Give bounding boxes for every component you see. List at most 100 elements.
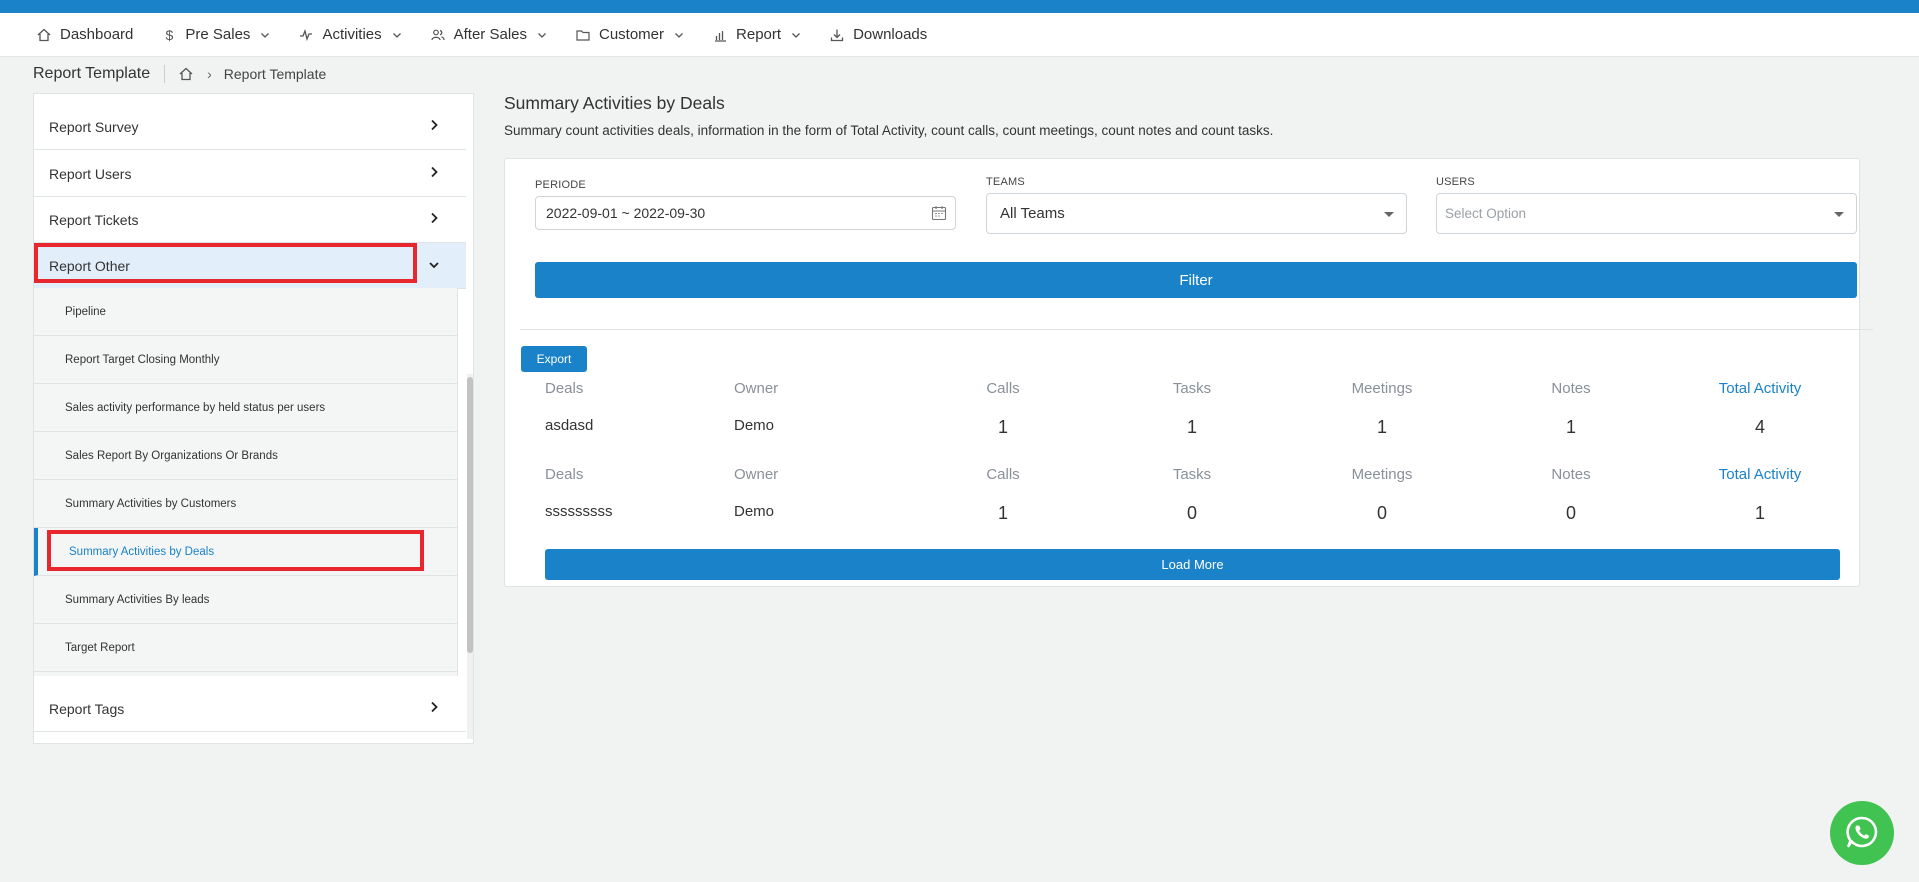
nav-report[interactable]: Report [712,26,801,43]
home-icon [36,27,52,43]
caret-down-icon [1384,212,1394,217]
sidebar-item-label: Report Survey [49,118,139,135]
row2-meetings: 0 [1376,503,1388,523]
users-select[interactable]: Select Option [1436,193,1857,234]
nav-report-label: Report [736,26,782,43]
submenu-item-label: Pipeline [65,305,106,318]
caret-down-icon [1834,212,1844,217]
row2-calls: 1 [997,503,1009,523]
col-header-calls: Calls [986,380,1020,397]
chevron-down-icon [428,258,440,272]
nav-pre-sales-label: Pre Sales [185,26,251,43]
submenu-item-label: Sales activity performance by held statu… [65,401,326,414]
submenu-item-summary-customers[interactable]: Summary Activities by Customers [34,480,458,528]
whatsapp-chat-button[interactable] [1830,801,1894,865]
teams-select[interactable]: All Teams [986,193,1407,234]
chevron-down-icon [260,30,270,40]
chevron-down-icon [791,30,801,40]
panel-divider [520,329,1873,330]
submenu-item-pipeline[interactable]: Pipeline [34,288,458,336]
sidebar-item-label: Report Tags [49,700,125,717]
export-button[interactable]: Export [521,346,587,372]
nav-downloads[interactable]: Downloads [829,26,927,43]
chevron-right-icon [428,211,440,225]
col-header-owner: Owner [734,466,779,483]
activity-icon [298,27,314,43]
row1-owner: Demo [734,417,775,434]
col-header-notes: Notes [1551,466,1591,483]
submenu-item-label: Sales Report By Organizations Or Brands [65,449,278,462]
periode-label: PERIODE [535,179,586,191]
sidebar-item-label: Report Other [49,257,130,274]
content-title: Summary Activities by Deals [504,93,725,113]
nav-customer-label: Customer [599,26,665,43]
breadcrumb-separator: › [207,66,212,82]
col-header-total-activity[interactable]: Total Activity [1719,380,1802,397]
sidebar-scrollbar-thumb[interactable] [467,377,473,653]
sidebar-item-report-survey[interactable]: Report Survey [34,104,466,150]
nav-customer[interactable]: Customer [575,26,684,43]
nav-activities-label: Activities [322,26,382,43]
nav-downloads-label: Downloads [853,26,928,43]
sidebar-item-report-tickets[interactable]: Report Tickets [34,197,466,243]
calendar-icon [931,205,947,221]
col-header-total-activity[interactable]: Total Activity [1719,466,1802,483]
row1-calls: 1 [997,417,1009,437]
submenu-item-summary-leads[interactable]: Summary Activities By leads [34,576,458,624]
submenu-item-sales-activity-performance[interactable]: Sales activity performance by held statu… [34,384,458,432]
submenu-item-label: Target Report [65,641,135,654]
col-header-deals: Deals [545,466,584,483]
report-other-submenu: Pipeline Report Target Closing Monthly S… [34,288,458,676]
col-header-owner: Owner [734,380,779,397]
sidebar-item-label: Report Users [49,165,132,182]
home-icon[interactable] [179,66,195,82]
whatsapp-icon [1843,813,1881,854]
submenu-item-target-closing-monthly[interactable]: Report Target Closing Monthly [34,336,458,384]
bar-chart-icon [712,27,728,43]
row2-total: 1 [1754,503,1766,523]
nav-dashboard[interactable]: Dashboard [36,26,133,43]
sidebar-item-label: Report Tickets [49,211,139,228]
row2-deal[interactable]: sssssssss [545,503,613,520]
chevron-down-icon [537,30,547,40]
sidebar-item-report-tags[interactable]: Report Tags [34,686,466,732]
top-accent-bar [0,0,1919,13]
submenu-item-label: Report Target Closing Monthly [65,353,220,366]
row1-notes: 1 [1565,417,1577,437]
main-navbar: Dashboard $ Pre Sales Activities After S… [0,13,1919,57]
row1-deal[interactable]: asdasd [545,417,593,434]
dollar-icon: $ [165,26,174,43]
submenu-item-sales-report-organizations[interactable]: Sales Report By Organizations Or Brands [34,432,458,480]
content-description: Summary count activities deals, informat… [504,123,1274,138]
sidebar-item-report-users[interactable]: Report Users [34,151,466,197]
chevron-right-icon [428,118,440,132]
report-sidebar: Report Survey Report Users Report Ticket… [33,93,474,744]
users-label: USERS [1436,176,1475,188]
teams-label: TEAMS [986,176,1025,188]
download-icon [829,27,845,43]
sidebar-item-report-other[interactable]: Report Other [34,243,466,289]
nav-after-sales-label: After Sales [453,26,527,43]
chevron-right-icon [428,165,440,179]
row2-tasks: 0 [1186,503,1198,523]
breadcrumb: Report Template › Report Template [33,64,326,84]
users-icon [430,27,446,43]
load-more-button[interactable]: Load More [545,549,1840,580]
nav-after-sales[interactable]: After Sales [430,26,547,43]
submenu-item-label: Summary Activities By leads [65,593,210,606]
submenu-item-summary-deals[interactable]: Summary Activities by Deals [34,528,458,576]
periode-date-range-input[interactable]: 2022-09-01 ~ 2022-09-30 [535,196,956,230]
page-title: Report Template [33,65,166,83]
submenu-item-target-report[interactable]: Target Report [34,624,458,672]
row1-meetings: 1 [1376,417,1388,437]
periode-value: 2022-09-01 ~ 2022-09-30 [546,205,706,221]
teams-value: All Teams [1000,205,1065,222]
users-placeholder: Select Option [1445,206,1527,221]
nav-activities[interactable]: Activities [298,26,401,43]
nav-pre-sales[interactable]: $ Pre Sales [161,26,270,43]
submenu-item-label: Summary Activities by Deals [69,545,215,558]
row1-tasks: 1 [1186,417,1198,437]
folder-icon [575,27,591,43]
chevron-right-icon [428,700,440,714]
filter-button[interactable]: Filter [535,262,1857,298]
